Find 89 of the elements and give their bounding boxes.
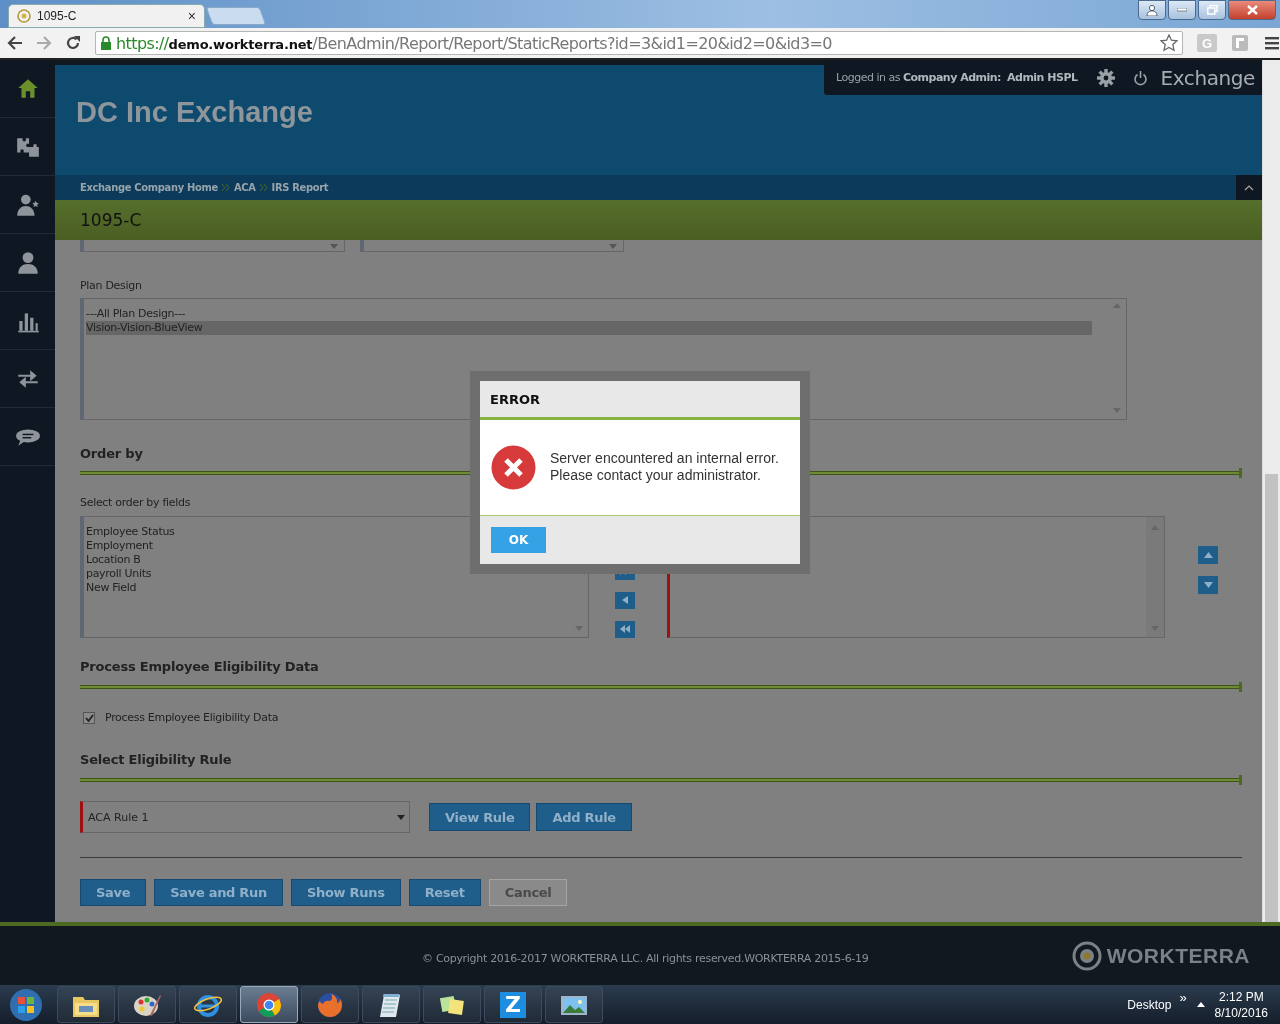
list-option[interactable]: Vision-Vision-BlueView	[86, 321, 1092, 335]
power-icon[interactable]	[1133, 69, 1149, 86]
taskbar-button[interactable]	[118, 986, 176, 1023]
desktop-toolbar-label[interactable]: Desktop	[1127, 997, 1172, 1012]
clock[interactable]: 2:12 PM 8/10/2016	[1214, 988, 1268, 1021]
arrow-up-icon	[1203, 552, 1213, 558]
app-icon: Z	[500, 991, 526, 1018]
breadcrumb-link[interactable]: ACA	[233, 181, 256, 194]
copyright-text: © Copyright 2016-2017 WORKTERRA LLC. All rights reserved.WORKTERRA 2015-6-19	[422, 952, 869, 965]
taskbar-button[interactable]	[301, 986, 359, 1023]
app-name: Exchange	[1160, 65, 1255, 90]
list-option[interactable]: ---All Plan Design---	[86, 307, 1092, 321]
user-button[interactable]	[1138, 0, 1166, 20]
move-up-button[interactable]	[1198, 546, 1218, 564]
breadcrumb-link[interactable]: IRS Report	[271, 181, 329, 194]
tray-arrow-icon[interactable]	[1196, 1002, 1205, 1007]
toolbar-chevron[interactable]: »	[1179, 990, 1187, 1005]
minimize-icon	[1177, 8, 1187, 12]
minimize-button[interactable]	[1168, 0, 1196, 20]
taskbar-button[interactable]: Z	[484, 986, 542, 1023]
arrow-down-icon	[1203, 582, 1213, 588]
url-text: https://demo.workterra.net/BenAdmin/Report/Report/StaticReports?id=3&id1=20&id2=0&id3=0	[116, 33, 833, 53]
rule-button[interactable]: Add Rule	[536, 803, 632, 831]
login-status: Logged in as Company Admin: Admin HSPL	[836, 71, 1078, 84]
error-message: Server encountered an internal error. Please contact your administrator.	[550, 449, 779, 484]
action-button[interactable]: Show Runs	[290, 879, 401, 906]
caret-icon	[397, 814, 405, 820]
separator-icon	[221, 184, 230, 191]
back-icon[interactable]	[6, 36, 23, 50]
page-heading: DC Inc Exchange	[76, 95, 313, 129]
taskbar-button[interactable]	[240, 986, 298, 1023]
menu-icon[interactable]	[1265, 36, 1279, 50]
tab-close-button[interactable]: ×	[187, 8, 196, 24]
section-heading: Process Employee Eligibility Data	[80, 659, 319, 675]
separator-icon	[259, 184, 268, 191]
taskbar-button[interactable]	[179, 986, 237, 1023]
field-label: Plan Design	[80, 279, 143, 293]
close-button[interactable]	[1228, 0, 1276, 20]
section-heading: Select Eligibility Rule	[80, 752, 232, 768]
move-down-button[interactable]	[1198, 576, 1218, 594]
action-button[interactable]: Save	[80, 879, 147, 906]
scrollbar[interactable]	[1262, 60, 1280, 922]
settings-icon[interactable]	[1097, 68, 1116, 87]
lock-icon	[100, 36, 112, 50]
page-title: 1095-C	[80, 210, 142, 230]
reload-icon[interactable]	[64, 35, 81, 51]
checkbox-label: Process Employee Eligibility Data	[105, 711, 279, 725]
move-left-button[interactable]	[615, 591, 635, 609]
double-arrow-left-icon	[620, 625, 630, 634]
maximize-button[interactable]	[1198, 0, 1226, 20]
taskbar-button[interactable]	[423, 986, 481, 1023]
person-icon	[1146, 4, 1158, 16]
browser-tab[interactable]: 1095-C ×	[8, 4, 205, 28]
action-button[interactable]: Save and Run	[154, 879, 283, 906]
checkbox[interactable]	[83, 712, 95, 724]
windows-logo-icon	[7, 986, 45, 1023]
taskbar-button[interactable]	[545, 986, 603, 1023]
breadcrumb-link[interactable]: Exchange Company Home	[80, 181, 218, 194]
dialog-title: ERROR	[480, 381, 800, 420]
cancel-button[interactable]: Cancel	[488, 879, 568, 906]
restore-icon	[1206, 5, 1218, 15]
logo-text: WORKTERRA	[1106, 944, 1250, 968]
ok-button[interactable]: OK	[491, 527, 546, 553]
logo-icon	[1070, 940, 1103, 972]
address-field[interactable]: https://demo.workterra.net/BenAdmin/Report/Report/StaticReports?id=3&id1=20&id2=0&id3=0	[95, 31, 1183, 55]
move-all-left-button[interactable]	[615, 620, 635, 638]
close-icon	[1246, 5, 1258, 15]
rule-button[interactable]: View Rule	[429, 803, 531, 831]
error-icon	[491, 445, 536, 490]
check-icon	[84, 714, 94, 722]
scroll-arrow-icon	[1113, 408, 1121, 413]
scroll-arrow-icon	[575, 626, 583, 631]
favicon-icon	[17, 9, 31, 23]
caret-icon	[1244, 184, 1254, 191]
caret-icon	[330, 244, 338, 249]
arrow-left-icon	[622, 596, 628, 605]
star-icon[interactable]	[1160, 34, 1178, 52]
section-heading: Order by	[80, 446, 143, 462]
tab-title: 1095-C	[37, 9, 78, 23]
field-label: Select order by fields	[80, 496, 192, 510]
action-button[interactable]: Reset	[408, 879, 481, 906]
rule-dropdown[interactable]: ACA Rule 1	[80, 801, 410, 833]
scroll-arrow-icon	[1113, 303, 1121, 308]
list-option[interactable]: New Field	[86, 581, 570, 595]
taskbar-button[interactable]	[362, 986, 420, 1023]
taskbar-button[interactable]	[57, 986, 115, 1023]
chrome-icon	[254, 990, 284, 1019]
firefox-icon	[315, 990, 345, 1019]
caret-icon	[609, 244, 617, 249]
